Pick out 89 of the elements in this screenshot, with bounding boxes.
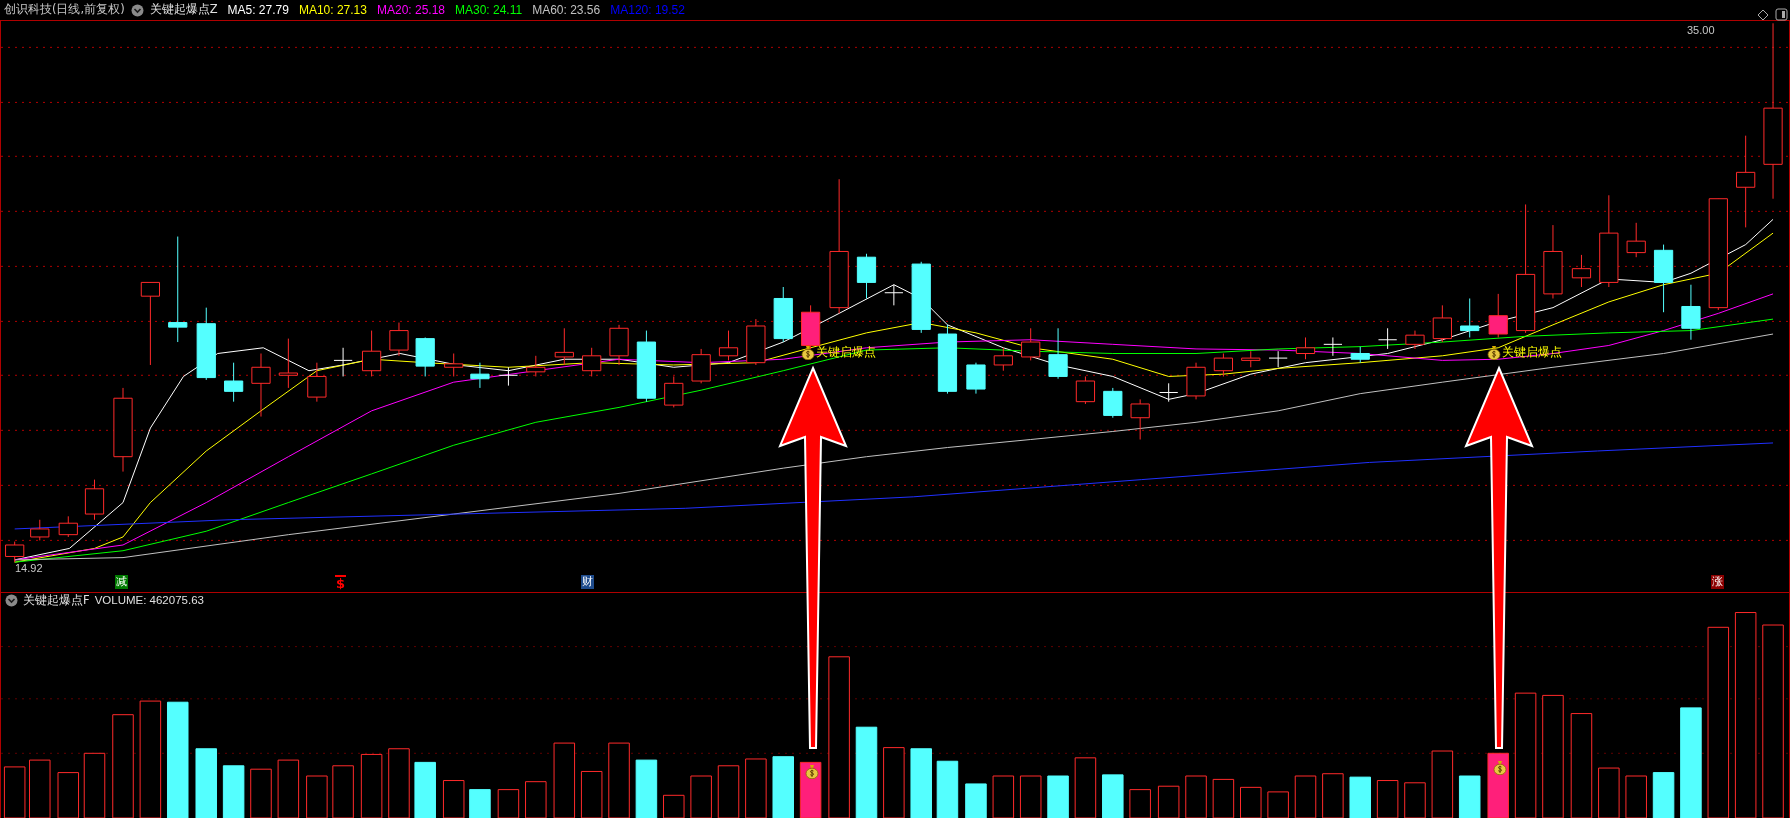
volume-bar bbox=[1487, 752, 1509, 818]
candlestick bbox=[1241, 350, 1261, 368]
volume-bar bbox=[222, 765, 245, 818]
candlestick bbox=[1048, 327, 1068, 380]
dropdown-icon[interactable] bbox=[130, 3, 144, 17]
diamond-icon[interactable] bbox=[1757, 9, 1769, 21]
candlestick bbox=[554, 327, 574, 366]
stock-title: 创识科技(日线,前复权) bbox=[4, 1, 125, 19]
ma-reading: MA60: 23.56 bbox=[532, 2, 601, 19]
candlestick bbox=[224, 362, 244, 403]
candlestick bbox=[498, 366, 519, 387]
low-price-label: 14.92 bbox=[15, 561, 43, 576]
volume-bar bbox=[1458, 775, 1481, 818]
volume-bar bbox=[469, 789, 491, 818]
candlestick bbox=[1159, 382, 1179, 403]
volume-bar bbox=[414, 761, 436, 818]
ma-reading: MA5: 27.79 bbox=[227, 2, 289, 19]
panel-toggle-icon[interactable] bbox=[1775, 8, 1788, 21]
candlestick bbox=[389, 322, 409, 357]
candlestick bbox=[856, 253, 877, 299]
dropdown-icon[interactable] bbox=[5, 594, 18, 607]
candlestick bbox=[966, 362, 986, 395]
money-bag-icon bbox=[801, 344, 815, 360]
candlestick bbox=[1213, 353, 1234, 377]
candlestick bbox=[1378, 327, 1398, 350]
candlestick bbox=[993, 347, 1013, 372]
candlestick bbox=[1432, 304, 1452, 343]
volume-bar bbox=[965, 783, 987, 818]
volume-bar bbox=[936, 760, 959, 818]
indicator-name: 关键起爆点F bbox=[23, 591, 90, 609]
candlestick bbox=[691, 348, 711, 384]
money-bag-icon bbox=[1493, 760, 1507, 775]
ma-reading: MA20: 25.18 bbox=[376, 2, 445, 19]
candlestick bbox=[251, 353, 271, 418]
volume-bar bbox=[910, 748, 932, 818]
candlestick bbox=[1021, 327, 1041, 361]
candlestick bbox=[1405, 330, 1425, 350]
event-marker[interactable]: 涨 bbox=[1711, 575, 1724, 589]
candlestick bbox=[1653, 244, 1674, 313]
candlestick bbox=[664, 375, 684, 408]
event-marker[interactable]: 减 bbox=[115, 575, 128, 589]
candlestick bbox=[470, 362, 490, 389]
volume-bar bbox=[1349, 776, 1371, 818]
event-marker[interactable]: 财 bbox=[581, 575, 594, 589]
candlestick bbox=[884, 284, 904, 306]
candlestick bbox=[1186, 362, 1206, 400]
volume-reading: VOLUME: 462075.63 bbox=[94, 592, 204, 608]
candlestick bbox=[444, 353, 464, 377]
candlestick bbox=[1103, 387, 1123, 419]
volume-bar bbox=[1652, 772, 1675, 818]
candlestick bbox=[609, 324, 629, 366]
candlestick bbox=[1268, 350, 1288, 368]
candlestick bbox=[1626, 222, 1646, 258]
candlestick bbox=[5, 541, 25, 563]
money-bag-icon bbox=[805, 764, 819, 779]
candlestick bbox=[58, 515, 78, 538]
candlestick bbox=[1130, 398, 1150, 440]
volume-bar bbox=[1047, 775, 1069, 818]
candlestick bbox=[278, 338, 298, 389]
candlestick bbox=[1323, 336, 1343, 357]
ma-reading: MA30: 24.11 bbox=[455, 2, 523, 19]
candlestick bbox=[1571, 254, 1592, 288]
candlestick bbox=[746, 318, 766, 366]
candlestick bbox=[307, 362, 327, 403]
volume-bar bbox=[635, 759, 658, 818]
candlestick bbox=[1681, 284, 1701, 341]
volume-bar bbox=[195, 748, 217, 818]
volume-bar bbox=[772, 756, 794, 818]
candlestick bbox=[1075, 375, 1096, 405]
volume-bar bbox=[1102, 774, 1124, 818]
candlestick bbox=[84, 479, 105, 521]
ma-reading: MA120: 19.52 bbox=[610, 2, 685, 19]
money-bag-icon bbox=[1487, 344, 1501, 360]
candlestick bbox=[30, 519, 50, 541]
candlestick bbox=[362, 330, 382, 377]
high-price-label: 35.00 bbox=[1687, 23, 1715, 38]
candlestick bbox=[1488, 293, 1508, 338]
candlestick bbox=[1295, 336, 1316, 360]
candlestick bbox=[1350, 346, 1370, 364]
candlestick bbox=[526, 355, 546, 377]
candlestick bbox=[1460, 297, 1480, 338]
ma-reading: MA10: 27.13 bbox=[298, 2, 367, 19]
candlestick bbox=[415, 336, 435, 377]
indicator-name: 关键起爆点Z bbox=[149, 1, 218, 19]
candlestick bbox=[718, 330, 739, 361]
candlestick bbox=[582, 347, 602, 377]
candlestick bbox=[333, 347, 353, 377]
candlestick bbox=[773, 286, 793, 343]
candlestick bbox=[937, 324, 958, 395]
